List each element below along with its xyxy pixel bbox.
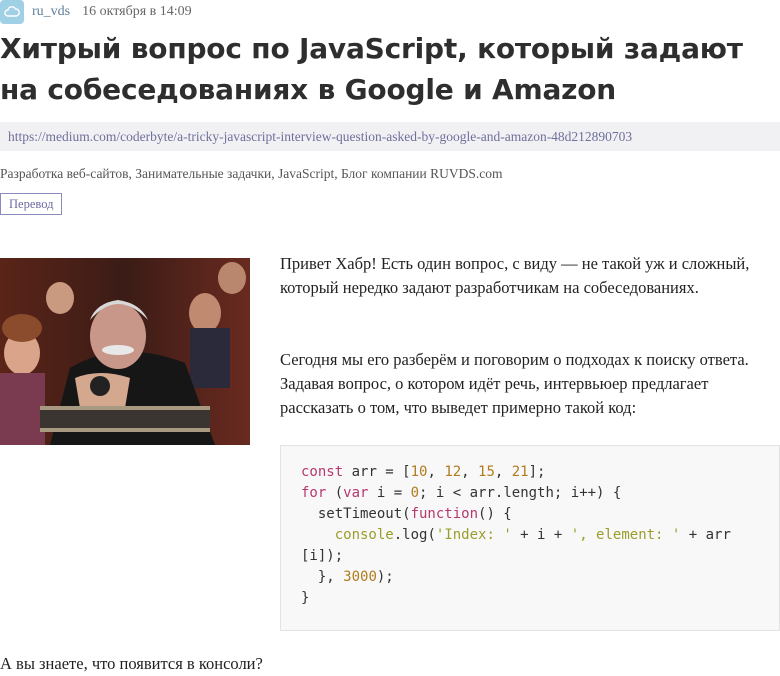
hubs-list: Разработка веб-сайтов, Занимательные зад… bbox=[0, 166, 503, 182]
question-text: А вы знаете, что появится в консоли? bbox=[0, 654, 263, 673]
hub-link[interactable]: JavaScript, bbox=[278, 166, 338, 181]
question-paragraph: Сегодня мы его разберём и поговорим о по… bbox=[280, 350, 749, 417]
intro-paragraph: Привет Хабр! Есть один вопрос, с виду — … bbox=[280, 254, 750, 297]
author-avatar[interactable] bbox=[0, 0, 24, 24]
code-keyword: const bbox=[301, 464, 344, 480]
hub-link[interactable]: Разработка веб-сайтов, bbox=[0, 166, 132, 181]
author-link[interactable]: ru_vds bbox=[32, 4, 70, 20]
article-photo bbox=[0, 258, 250, 445]
translation-label[interactable]: Перевод bbox=[0, 193, 63, 215]
hub-link[interactable]: Блог компании RUVDS.com bbox=[341, 166, 503, 181]
cloud-icon bbox=[4, 6, 20, 17]
hub-link[interactable]: Занимательные задачки, bbox=[135, 166, 274, 181]
article-title[interactable]: Хитрый вопрос по JavaScript, который зад… bbox=[0, 28, 770, 110]
author-row: ru_vds 16 октября в 14:09 bbox=[0, 0, 192, 24]
code-block: const arr = [10, 12, 15, 21]; for (var i… bbox=[280, 445, 780, 631]
post-date: 16 октября в 14:09 bbox=[82, 4, 192, 19]
source-link[interactable]: https://medium.com/coderbyte/a-tricky-ja… bbox=[0, 122, 780, 151]
